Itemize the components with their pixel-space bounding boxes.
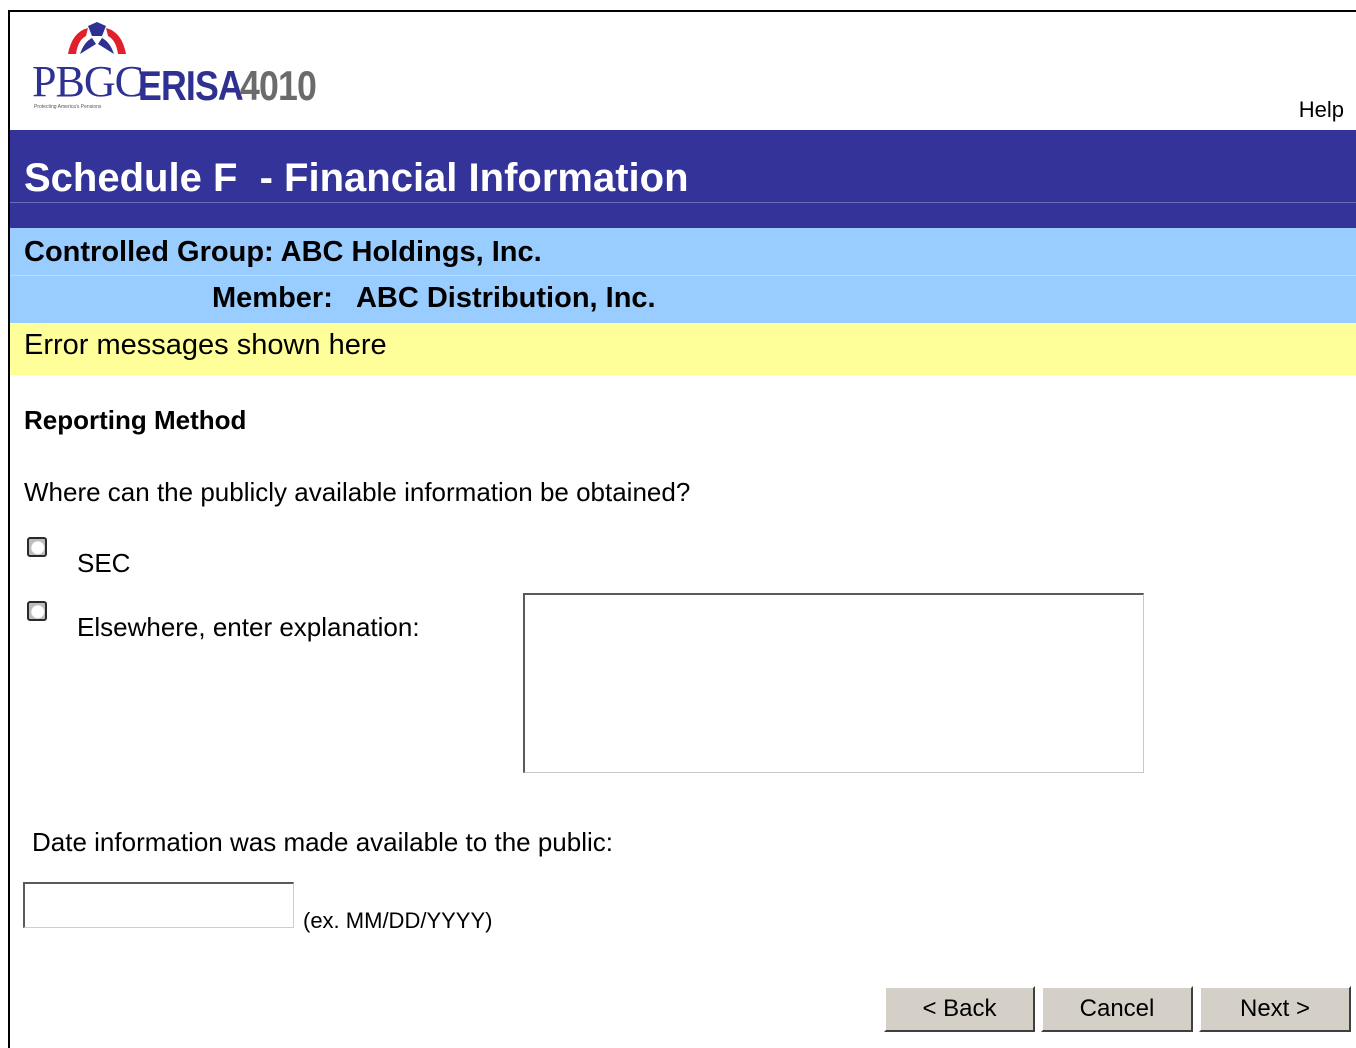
public-date-input[interactable]	[23, 882, 294, 928]
logo-pbgc-text: PBGC	[32, 57, 144, 106]
logo-arc-icon	[68, 22, 126, 54]
explanation-textarea[interactable]	[523, 593, 1144, 773]
help-link[interactable]: Help	[1299, 97, 1344, 123]
next-button[interactable]: Next >	[1199, 986, 1351, 1032]
member-label: Member: ABC Distribution, Inc.	[212, 282, 656, 314]
cancel-button[interactable]: Cancel	[1041, 986, 1193, 1032]
group-info-bar: Controlled Group: ABC Holdings, Inc. Mem…	[10, 228, 1356, 323]
logo-tagline: Protecting America's Pensions	[34, 104, 102, 110]
source-question: Where can the publicly available informa…	[24, 477, 691, 507]
error-message: Error messages shown here	[24, 329, 387, 361]
date-label: Date information was made available to t…	[32, 827, 613, 857]
section-heading: Reporting Method	[24, 405, 247, 435]
elsewhere-radio[interactable]	[27, 601, 47, 621]
back-button[interactable]: < Back	[884, 986, 1035, 1032]
logo-erisa-text: ERISA	[138, 62, 244, 109]
sec-radio-label[interactable]: SEC	[77, 548, 130, 579]
title-bar: Schedule F - Financial Information	[10, 130, 1356, 228]
sec-radio[interactable]	[27, 537, 47, 557]
title-divider	[10, 202, 1356, 203]
logo-number-text: 4010	[240, 62, 317, 109]
elsewhere-radio-label[interactable]: Elsewhere, enter explanation:	[77, 612, 420, 643]
error-message-bar: Error messages shown here	[10, 323, 1356, 375]
date-format-hint: (ex. MM/DD/YYYY)	[303, 908, 493, 933]
group-divider	[10, 275, 1356, 276]
page-title: Schedule F - Financial Information	[24, 156, 689, 200]
pbgc-erisa-logo: PBGC ERISA 4010 Protecting America's Pen…	[32, 22, 382, 114]
controlled-group-label: Controlled Group: ABC Holdings, Inc.	[24, 236, 542, 268]
